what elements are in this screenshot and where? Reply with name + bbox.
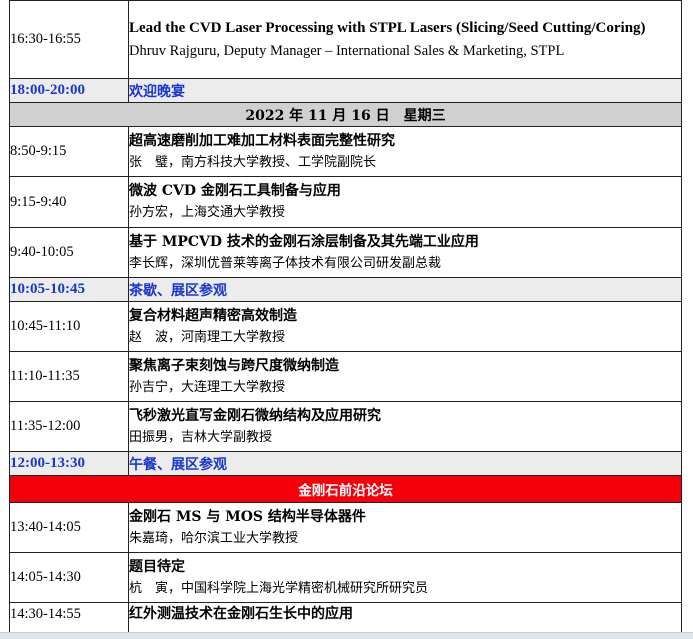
break-time: 10:05-10:45 [9,277,129,302]
day-header: 2022 年 11 月 16 日 星期三 [9,102,682,127]
session-content: 飞秒激光直写金刚石微纳结构及应用研究 田振男，吉林大学副教授 [128,401,682,452]
session-title: 聚焦离子束刻蚀与跨尺度微纳制造 [129,357,339,374]
session-time: 11:10-11:35 [9,351,129,402]
break-row: 18:00-20:00 欢迎晚宴 [9,78,682,103]
session-time: 8:50-9:15 [9,126,129,177]
session-speaker: 杭 寅，中国科学院上海光学精密机械研究所研究员 [129,580,429,596]
session-title: 复合材料超声精密高效制造 [129,307,297,324]
session-row: 13:40-14:05 金刚石 MS 与 MOS 结构半导体器件 朱嘉琦，哈尔滨… [9,502,682,553]
session-row: 16:30-16:55 Lead the CVD Laser Processin… [9,0,682,79]
session-content: 超高速磨削加工难加工材料表面完整性研究 张 璧，南方科技大学教授、工学院副院长 [128,126,682,177]
session-speaker: 张 璧，南方科技大学教授、工学院副院长 [129,154,377,170]
break-time: 12:00-13:30 [9,451,129,476]
session-row: 10:45-11:10 复合材料超声精密高效制造 赵 波，河南理工大学教授 [9,301,682,352]
session-row: 8:50-9:15 超高速磨削加工难加工材料表面完整性研究 张 璧，南方科技大学… [9,126,682,177]
session-row: 14:05-14:30 题目待定 杭 寅，中国科学院上海光学精密机械研究所研究员 [9,552,682,603]
session-speaker: 赵 波，河南理工大学教授 [129,329,286,345]
session-row: 11:35-12:00 飞秒激光直写金刚石微纳结构及应用研究 田振男，吉林大学副… [9,401,682,452]
break-title: 午餐、展区参观 [128,451,682,476]
session-title: 红外测温技术在金刚石生长中的应用 [129,606,353,622]
break-time: 18:00-20:00 [9,78,129,103]
session-title: 金刚石 MS 与 MOS 结构半导体器件 [129,508,366,525]
session-content: 基于 MPCVD 技术的金刚石涂层制备及其先端工业应用 李长辉，深圳优普莱等离子… [128,227,682,278]
session-title: 飞秒激光直写金刚石微纳结构及应用研究 [129,407,381,424]
session-time: 9:15-9:40 [9,176,129,228]
session-title: 超高速磨削加工难加工材料表面完整性研究 [129,132,395,149]
session-time: 11:35-12:00 [9,401,129,452]
session-content: 聚焦离子束刻蚀与跨尺度微纳制造 孙吉宁，大连理工大学教授 [128,351,682,402]
session-content: Lead the CVD Laser Processing with STPL … [128,0,682,79]
session-time: 16:30-16:55 [9,0,129,79]
session-title: 基于 MPCVD 技术的金刚石涂层制备及其先端工业应用 [129,233,479,250]
forum-header: 金刚石前沿论坛 [9,475,682,503]
session-time: 13:40-14:05 [9,502,129,553]
session-speaker: 田振男，吉林大学副教授 [129,429,273,445]
session-time: 10:45-11:10 [9,301,129,352]
forum-header-row: 金刚石前沿论坛 [9,475,682,503]
session-content: 复合材料超声精密高效制造 赵 波，河南理工大学教授 [128,301,682,352]
break-title: 欢迎晚宴 [128,78,682,103]
session-row: 9:15-9:40 微波 CVD 金刚石工具制备与应用 孙方宏，上海交通大学教授 [9,176,682,228]
session-content: 题目待定 杭 寅，中国科学院上海光学精密机械研究所研究员 [128,552,682,603]
session-content: 金刚石 MS 与 MOS 结构半导体器件 朱嘉琦，哈尔滨工业大学教授 [128,502,682,553]
session-title: 题目待定 [129,558,185,575]
session-speaker: 朱嘉琦，哈尔滨工业大学教授 [129,530,299,546]
session-content: 微波 CVD 金刚石工具制备与应用 孙方宏，上海交通大学教授 [128,176,682,228]
agenda-page: 16:30-16:55 Lead the CVD Laser Processin… [0,0,693,639]
session-speaker: 孙方宏，上海交通大学教授 [129,205,286,220]
break-title: 茶歇、展区参观 [128,277,682,302]
session-time: 14:05-14:30 [9,552,129,603]
day-header-row: 2022 年 11 月 16 日 星期三 [9,102,682,127]
session-title: 微波 CVD 金刚石工具制备与应用 [129,183,341,199]
session-title: Lead the CVD Laser Processing with STPL … [129,20,646,36]
session-time: 9:40-10:05 [9,227,129,278]
session-row: 11:10-11:35 聚焦离子束刻蚀与跨尺度微纳制造 孙吉宁，大连理工大学教授 [9,351,682,402]
session-speaker: 孙吉宁，大连理工大学教授 [129,379,286,395]
session-speaker: 李长辉，深圳优普莱等离子体技术有限公司研发副总裁 [129,255,442,271]
session-row: 9:40-10:05 基于 MPCVD 技术的金刚石涂层制备及其先端工业应用 李… [9,227,682,278]
window-bottom-edge [0,632,693,639]
agenda-table: 16:30-16:55 Lead the CVD Laser Processin… [9,0,682,639]
break-row: 10:05-10:45 茶歇、展区参观 [9,277,682,302]
break-row: 12:00-13:30 午餐、展区参观 [9,451,682,476]
session-speaker: Dhruv Rajguru, Deputy Manager – Internat… [129,43,565,59]
